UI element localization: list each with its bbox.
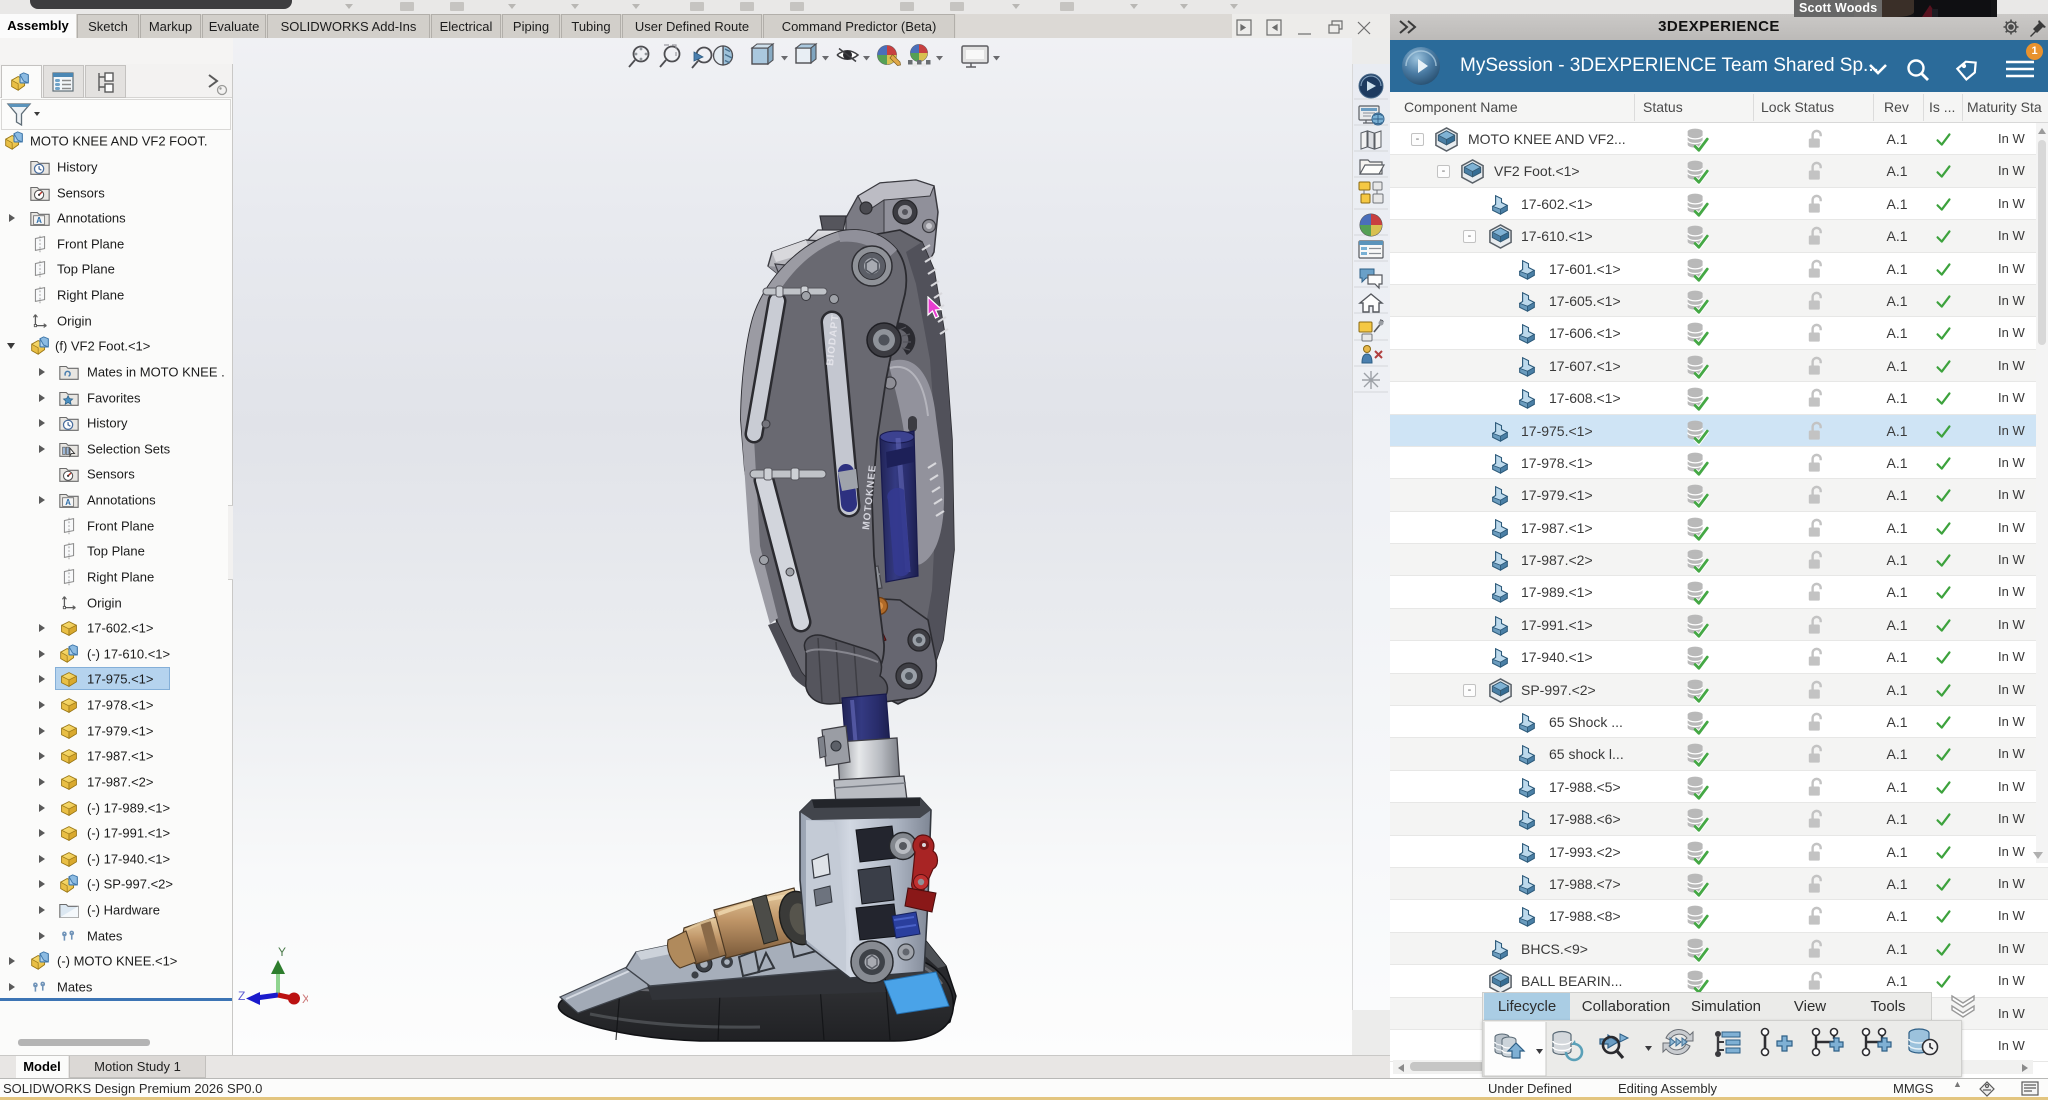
svg-text:X: X <box>302 992 308 1006</box>
svg-text:Z: Z <box>238 989 245 1003</box>
svg-text:Y: Y <box>278 945 286 959</box>
